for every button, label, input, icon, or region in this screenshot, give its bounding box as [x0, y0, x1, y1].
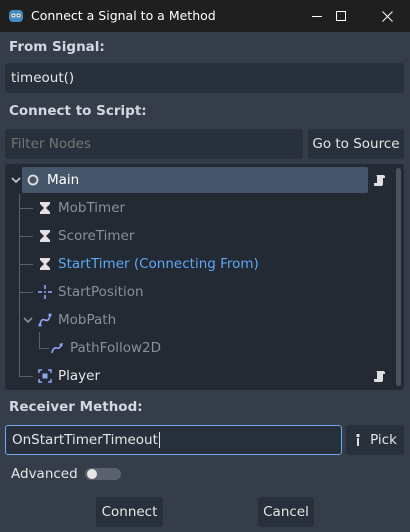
tree-node-label: PathFollow2D [70, 340, 161, 356]
marker2d-icon [38, 285, 52, 299]
tree-row-player[interactable]: Player [5, 362, 404, 390]
receiver-method-value: OnStartTimerTimeout [12, 432, 158, 448]
path2d-icon [38, 313, 52, 327]
tree-row-mobpath[interactable]: MobPath [5, 306, 404, 334]
tree-node-label: Player [58, 368, 101, 384]
tree-row-mobtimer[interactable]: MobTimer [5, 194, 404, 222]
pick-label: Pick [370, 432, 397, 448]
tree-row-scoretimer[interactable]: ScoreTimer [5, 222, 404, 250]
script-icon[interactable] [373, 369, 387, 383]
scene-tree[interactable]: Main MobTimer ScoreTimer StartTimer (Con… [5, 164, 404, 390]
tree-row-starttimer[interactable]: StartTimer (Connecting From) [5, 250, 404, 278]
signal-name-field: timeout() [5, 63, 404, 93]
timer-icon [40, 230, 50, 242]
pick-button[interactable]: Pick [346, 425, 404, 455]
from-signal-label: From Signal: [9, 39, 105, 55]
collapse-arrow-icon[interactable] [9, 173, 23, 187]
tree-row-main[interactable]: Main [5, 166, 404, 194]
pick-icon [356, 434, 360, 446]
tree-node-label: ScoreTimer [58, 228, 135, 244]
toggle-knob [87, 469, 97, 479]
maximize-icon [335, 10, 346, 21]
timer-icon [40, 258, 50, 270]
advanced-label: Advanced [11, 466, 78, 482]
script-icon[interactable] [373, 173, 387, 187]
node-circle-icon [27, 174, 39, 186]
godot-app-icon [9, 10, 23, 22]
filter-nodes-input[interactable] [5, 129, 303, 159]
title-bar: Connect a Signal to a Method [0, 0, 410, 32]
tree-node-label: StartPosition [58, 284, 144, 300]
pathfollow2d-icon [51, 343, 63, 354]
collapse-arrow-icon[interactable] [21, 313, 35, 327]
tree-row-startposition[interactable]: StartPosition [5, 278, 404, 306]
connect-button[interactable]: Connect [96, 497, 163, 527]
tree-node-label: StartTimer (Connecting From) [58, 256, 259, 272]
tree-row-pathfollow2d[interactable]: PathFollow2D [5, 334, 404, 362]
timer-icon [40, 202, 50, 214]
advanced-toggle[interactable] [85, 468, 121, 480]
receiver-method-input[interactable]: OnStartTimerTimeout [5, 425, 342, 455]
tree-node-label: Main [47, 172, 80, 188]
cancel-button[interactable]: Cancel [258, 497, 314, 527]
receiver-method-label: Receiver Method: [9, 399, 143, 415]
text-cursor [158, 432, 160, 448]
tree-node-label: MobPath [58, 312, 117, 328]
window-title: Connect a Signal to a Method [31, 8, 216, 23]
connect-to-script-label: Connect to Script: [9, 103, 147, 119]
maximize-button[interactable] [318, 0, 364, 32]
area2d-icon [38, 369, 52, 383]
tree-node-label: MobTimer [58, 200, 126, 216]
close-button[interactable] [364, 0, 410, 32]
tree-scrollbar[interactable] [396, 168, 401, 386]
close-icon [381, 10, 393, 22]
go-to-source-button[interactable]: Go to Source [308, 129, 404, 159]
